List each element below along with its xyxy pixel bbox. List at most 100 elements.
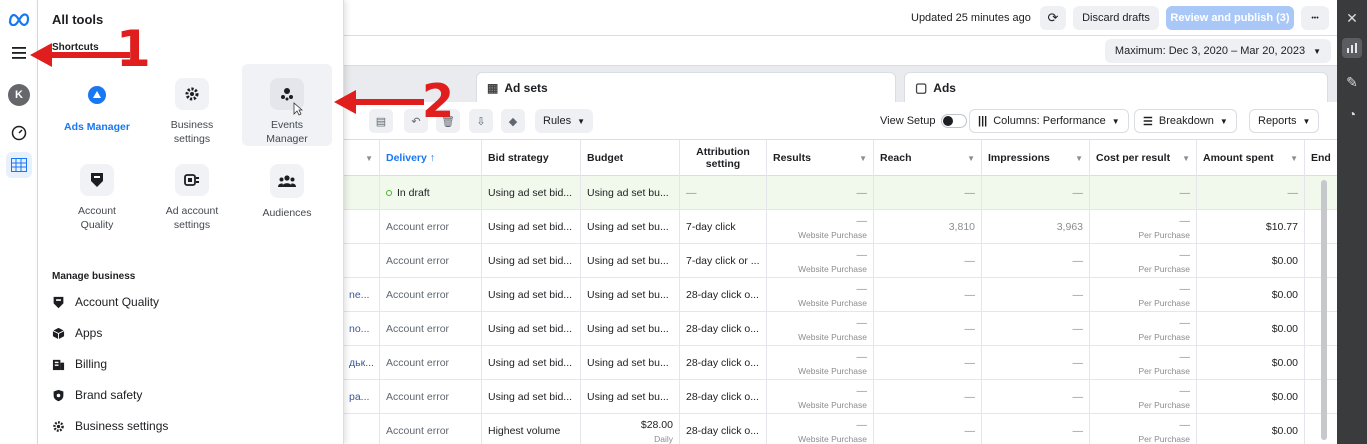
table-cell-results: — Website Purchase	[767, 380, 874, 414]
table-cell-impr: —	[982, 176, 1090, 210]
cell-subtext: Per Purchase	[1138, 263, 1191, 274]
cell-value: Using ad set bu...	[587, 187, 669, 199]
column-impressions[interactable]: Impressions ▼	[982, 140, 1090, 176]
table-cell-bid: Using ad set bid...	[482, 380, 581, 414]
menu-item-business-settings[interactable]: Business settings	[52, 416, 168, 436]
cell-value: —	[1072, 289, 1084, 301]
breakdown-dropdown[interactable]: ☰ Breakdown ▼	[1134, 109, 1237, 133]
tool-events-manager[interactable]: Events Manager	[242, 64, 332, 146]
column-end[interactable]: End	[1305, 140, 1337, 176]
campaigns-table-icon[interactable]	[6, 152, 32, 178]
table-row[interactable]: In draft Using ad set bid... Using ad set …	[343, 176, 1337, 210]
history-clock-icon[interactable]: ◔	[1344, 106, 1360, 122]
annotation-arrow-1	[30, 43, 130, 67]
cell-value: Account error	[386, 221, 450, 233]
view-setup-label: View Setup	[880, 115, 936, 127]
column-budget[interactable]: Budget	[581, 140, 680, 176]
column-cost-per-result[interactable]: Cost per result ▼	[1090, 140, 1197, 176]
cell-value: —	[856, 350, 868, 363]
menu-item-apps[interactable]: Apps	[52, 323, 102, 343]
table-cell-cpr: — Per Purchase	[1090, 380, 1197, 414]
cell-value: Using ad set bid...	[488, 391, 573, 403]
table-cell-attr: 7-day click or ...	[680, 244, 767, 278]
tab-ad-sets[interactable]: ▦ Ad sets	[476, 72, 896, 102]
view-setup-switch[interactable]	[941, 114, 968, 128]
cell-subtext: Per Purchase	[1138, 331, 1191, 342]
reports-label: Reports	[1258, 115, 1297, 127]
column-amount-spent[interactable]: Amount spent ▼	[1197, 140, 1305, 176]
table-scrollbar[interactable]	[1321, 180, 1327, 440]
cell-value: —	[1179, 214, 1191, 227]
menu-item-account-quality[interactable]: Account Quality	[52, 292, 159, 312]
table-cell-delivery: Account error	[380, 312, 482, 346]
columns-dropdown[interactable]: ||| Columns: Performance ▼	[969, 109, 1129, 133]
dashboard-gauge-icon[interactable]	[6, 120, 32, 146]
column-bid-strategy[interactable]: Bid strategy	[482, 140, 581, 176]
table-row[interactable]: Account error Using ad set bid... Using ad…	[343, 210, 1337, 244]
column-results[interactable]: Results ▼	[767, 140, 874, 176]
cell-value: Account error	[386, 255, 450, 267]
cell-value: —	[1179, 384, 1191, 397]
annotation-number-2: 2	[422, 74, 455, 128]
view-setup-toggle[interactable]: View Setup	[872, 109, 975, 133]
table-cell-spent: $0.00	[1197, 244, 1305, 278]
rules-label: Rules	[543, 115, 572, 127]
shield-icon	[80, 164, 114, 196]
account-avatar[interactable]: K	[6, 82, 32, 108]
table-cell-delivery: Account error	[380, 346, 482, 380]
cell-value: pa...	[349, 391, 370, 403]
menu-item-billing[interactable]: Billing	[52, 354, 107, 374]
table-row[interactable]: ne... Account error Using ad set bid... Usi…	[343, 278, 1337, 312]
table-cell-impr: —	[982, 414, 1090, 444]
column-reach[interactable]: Reach ▼	[874, 140, 982, 176]
date-range-label: Maximum: Dec 3, 2020 – Mar 20, 2023	[1114, 45, 1306, 57]
table-cell-name	[343, 176, 380, 210]
tool-account-quality[interactable]: Account Quality	[52, 150, 142, 232]
review-publish-button[interactable]: Review and publish (3)	[1166, 6, 1294, 30]
ads-manager-icon	[80, 78, 114, 112]
column-results-label: Results	[773, 152, 811, 164]
cell-value: Using ad set bid...	[488, 289, 573, 301]
table-cell-attr: 28-day click o...	[680, 278, 767, 312]
tool-business-settings[interactable]: Business settings	[147, 64, 237, 146]
chart-icon[interactable]	[1342, 38, 1362, 58]
meta-logo-icon[interactable]	[6, 6, 32, 32]
cell-value: —	[1072, 323, 1084, 335]
cell-value: —	[1179, 187, 1191, 199]
table-cell-attr: 28-day click o...	[680, 414, 767, 444]
tool-account-quality-label: Account Quality	[78, 205, 116, 231]
table-row[interactable]: дьк... Account error Using ad set bid... Us…	[343, 346, 1337, 380]
reports-dropdown[interactable]: Reports ▼	[1249, 109, 1320, 133]
table-row[interactable]: no... Account error Using ad set bid... Usi…	[343, 312, 1337, 346]
date-range-picker[interactable]: Maximum: Dec 3, 2020 – Mar 20, 2023 ▼	[1104, 39, 1331, 63]
export-icon[interactable]: ⇩	[469, 109, 493, 133]
pencil-icon[interactable]: ✎	[1344, 74, 1360, 90]
cell-value: Using ad set bid...	[488, 357, 573, 369]
table-row[interactable]: Account error Using ad set bid... Using ad…	[343, 244, 1337, 278]
discard-drafts-button[interactable]: Discard drafts	[1073, 6, 1159, 30]
table-cell-name: pa...	[343, 380, 380, 414]
column-attribution[interactable]: Attribution setting	[680, 140, 767, 176]
tool-ad-account-settings[interactable]: Ad account settings	[147, 150, 237, 232]
column-name-stub[interactable]: ▼	[343, 140, 380, 176]
menu-item-label: Business settings	[75, 419, 169, 433]
table-row[interactable]: Account error Highest volume $28.00 Daily 28…	[343, 414, 1337, 444]
columns-label: Columns: Performance	[993, 115, 1106, 127]
table-row[interactable]: pa... Account error Using ad set bid... Usi…	[343, 380, 1337, 414]
tab-ads[interactable]: ▢ Ads	[904, 72, 1328, 102]
rules-dropdown[interactable]: Rules ▼	[535, 109, 594, 133]
tool-audiences[interactable]: Audiences	[242, 150, 332, 232]
close-icon[interactable]: ✕	[1344, 10, 1360, 26]
cell-value: —	[856, 187, 868, 199]
tag-icon[interactable]: ◆	[501, 109, 525, 133]
refresh-button[interactable]: ⟳	[1040, 6, 1066, 30]
table-cell-attr: 28-day click o...	[680, 312, 767, 346]
more-options-button[interactable]: •••	[1301, 6, 1329, 30]
draft-status-dot-icon	[386, 190, 392, 197]
hamburger-menu-icon[interactable]	[6, 40, 32, 66]
menu-item-brand-safety[interactable]: Brand safety	[52, 385, 142, 405]
cell-value: Account error	[386, 357, 450, 369]
cell-value: Using ad set bid...	[488, 323, 573, 335]
column-delivery[interactable]: Delivery ↑	[380, 140, 482, 176]
tool-events-manager-label: Events Manager	[266, 119, 308, 145]
